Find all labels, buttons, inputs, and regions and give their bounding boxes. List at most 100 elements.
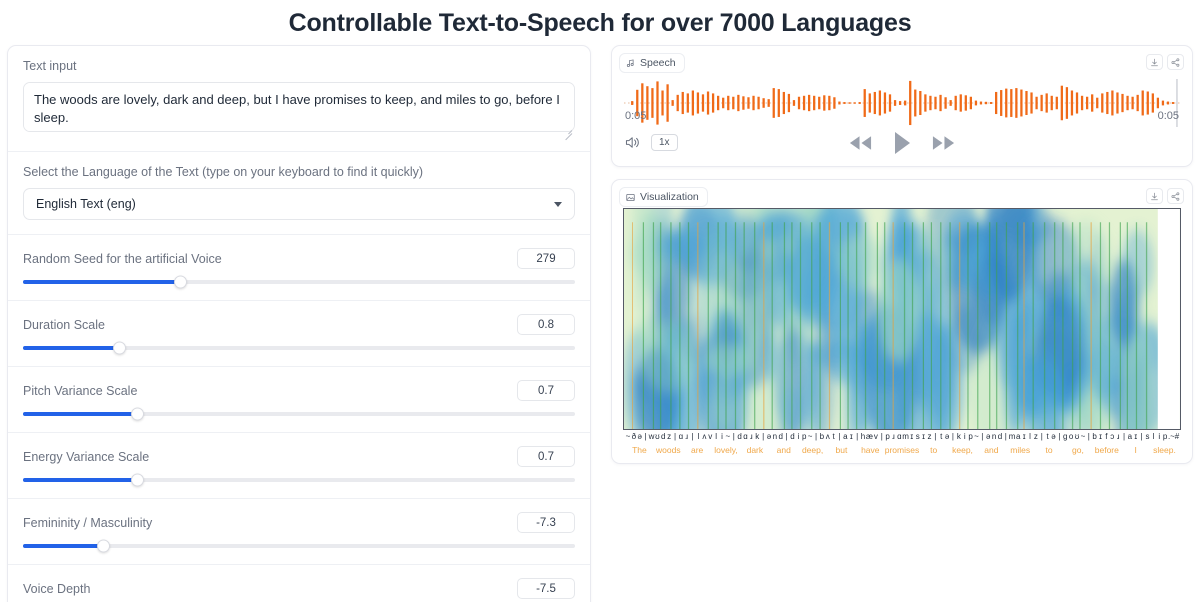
- word-label: and: [769, 445, 798, 455]
- share-icon: [1171, 58, 1180, 67]
- share-button[interactable]: [1167, 188, 1184, 204]
- speech-panel-tag-label: Speech: [640, 57, 676, 69]
- word-label: before: [1092, 445, 1121, 455]
- spectrogram: [623, 208, 1181, 430]
- download-icon: [1150, 58, 1159, 67]
- phoneme-label: m: [1009, 432, 1016, 441]
- language-select-value: English Text (eng): [36, 197, 136, 211]
- slider-fill: [23, 412, 138, 416]
- slider-header: Random Seed for the artificial Voice 279: [23, 248, 575, 269]
- visualization-panel-tools: [1146, 188, 1184, 204]
- slider-value-input[interactable]: 0.7: [517, 446, 575, 467]
- word-label: dark: [740, 445, 769, 455]
- slider-value-input[interactable]: -7.3: [517, 512, 575, 533]
- text-input-field: Text input: [8, 46, 590, 152]
- word-label: keep,: [948, 445, 977, 455]
- share-button[interactable]: [1167, 54, 1184, 70]
- visualization-panel-tag: Visualization: [619, 187, 708, 207]
- image-icon: [626, 193, 635, 202]
- input-column: Text input Select the Language of the Te…: [7, 45, 591, 602]
- word-label: have: [856, 445, 885, 455]
- slider-fill: [23, 346, 119, 350]
- slider-track[interactable]: [23, 478, 575, 482]
- word-label: sleep.: [1150, 445, 1179, 455]
- download-icon: [1150, 192, 1159, 201]
- text-input-wrapper: [23, 82, 575, 137]
- word-label: promises: [885, 445, 919, 455]
- rewind-icon[interactable]: [848, 134, 873, 152]
- transport-controls: [612, 130, 1192, 156]
- slider-header: Voice Depth -7.5: [23, 578, 575, 599]
- main-columns: Text input Select the Language of the Te…: [0, 45, 1200, 602]
- slider-fill: [23, 280, 181, 284]
- download-button[interactable]: [1146, 188, 1163, 204]
- current-time: 0:05: [625, 110, 646, 122]
- language-select-field: Select the Language of the Text (type on…: [8, 152, 590, 235]
- slider-row-voice-depth: Voice Depth -7.5: [8, 565, 590, 602]
- word-label: miles: [1006, 445, 1035, 455]
- slider-track[interactable]: [23, 280, 575, 284]
- speech-panel-tools: [1146, 54, 1184, 70]
- slider-value-input[interactable]: 279: [517, 248, 575, 269]
- spectrogram-energy: [624, 209, 1171, 429]
- slider-label: Random Seed for the artificial Voice: [23, 252, 222, 266]
- language-select-label: Select the Language of the Text (type on…: [23, 165, 575, 179]
- slider-thumb[interactable]: [97, 540, 110, 553]
- phoneme-label: æ: [866, 432, 873, 441]
- slider-row-duration-scale: Duration Scale 0.8: [8, 301, 590, 367]
- slider-value-input[interactable]: -7.5: [517, 578, 575, 599]
- slider-label: Voice Depth: [23, 582, 90, 596]
- chevron-down-icon: [554, 202, 562, 207]
- slider-label: Duration Scale: [23, 318, 105, 332]
- spectrogram-canvas: [624, 209, 1180, 429]
- slider-thumb[interactable]: [131, 408, 144, 421]
- slider-row-energy-variance-scale: Energy Variance Scale 0.7: [8, 433, 590, 499]
- phoneme-row: ~ðə|wʊdz|ɑɹ|lʌvli~|dɑɹk|ənd|dip~|bʌt|aɪ|…: [623, 430, 1181, 441]
- slider-track[interactable]: [23, 412, 575, 416]
- word-label: and: [977, 445, 1006, 455]
- word-label: but: [827, 445, 856, 455]
- text-input-label: Text input: [23, 59, 575, 73]
- slider-track[interactable]: [23, 346, 575, 350]
- speech-panel-tag: Speech: [619, 53, 685, 73]
- output-column: Speech: [611, 45, 1193, 476]
- slider-thumb[interactable]: [174, 276, 187, 289]
- word-label: to: [919, 445, 948, 455]
- slider-header: Energy Variance Scale 0.7: [23, 446, 575, 467]
- word-label: to: [1035, 445, 1064, 455]
- slider-thumb[interactable]: [113, 342, 126, 355]
- visualization-body: ~ðə|wʊdz|ɑɹ|lʌvli~|dɑɹk|ənd|dip~|bʌt|aɪ|…: [612, 180, 1192, 463]
- slider-label: Pitch Variance Scale: [23, 384, 137, 398]
- volume-icon[interactable]: [625, 135, 642, 150]
- total-time: 0:05: [1158, 110, 1179, 122]
- waveform-area[interactable]: [612, 46, 1192, 109]
- input-form-card: Text input Select the Language of the Te…: [7, 45, 591, 602]
- slider-header: Duration Scale 0.8: [23, 314, 575, 335]
- download-button[interactable]: [1146, 54, 1163, 70]
- word-label: lovely,: [712, 445, 741, 455]
- slider-fill: [23, 544, 103, 548]
- slider-value-input[interactable]: 0.8: [517, 314, 575, 335]
- visualization-panel: Visualization: [611, 179, 1193, 464]
- word-label: I: [1121, 445, 1150, 455]
- slider-header: Femininity / Masculinity -7.3: [23, 512, 575, 533]
- slider-track[interactable]: [23, 544, 575, 548]
- slider-row-seed: Random Seed for the artificial Voice 279: [8, 235, 590, 301]
- language-select[interactable]: English Text (eng): [23, 188, 575, 220]
- visualization-panel-tag-label: Visualization: [640, 191, 699, 203]
- play-icon[interactable]: [891, 130, 913, 156]
- slider-value-input[interactable]: 0.7: [517, 380, 575, 401]
- slider-thumb[interactable]: [131, 474, 144, 487]
- slider-fill: [23, 478, 138, 482]
- phoneme-label: m: [902, 432, 909, 441]
- word-label: The: [625, 445, 654, 455]
- word-label: go,: [1064, 445, 1093, 455]
- word-label: woods: [654, 445, 683, 455]
- app-root: Controllable Text-to-Speech for over 700…: [0, 0, 1200, 602]
- slider-row-femininity-masculinity: Femininity / Masculinity -7.3: [8, 499, 590, 565]
- playback-speed-button[interactable]: 1x: [651, 134, 678, 151]
- fast-forward-icon[interactable]: [931, 134, 956, 152]
- text-input[interactable]: [23, 82, 575, 132]
- audio-controls-row: 1x: [612, 122, 1192, 166]
- phoneme-label: .~#: [1168, 432, 1179, 441]
